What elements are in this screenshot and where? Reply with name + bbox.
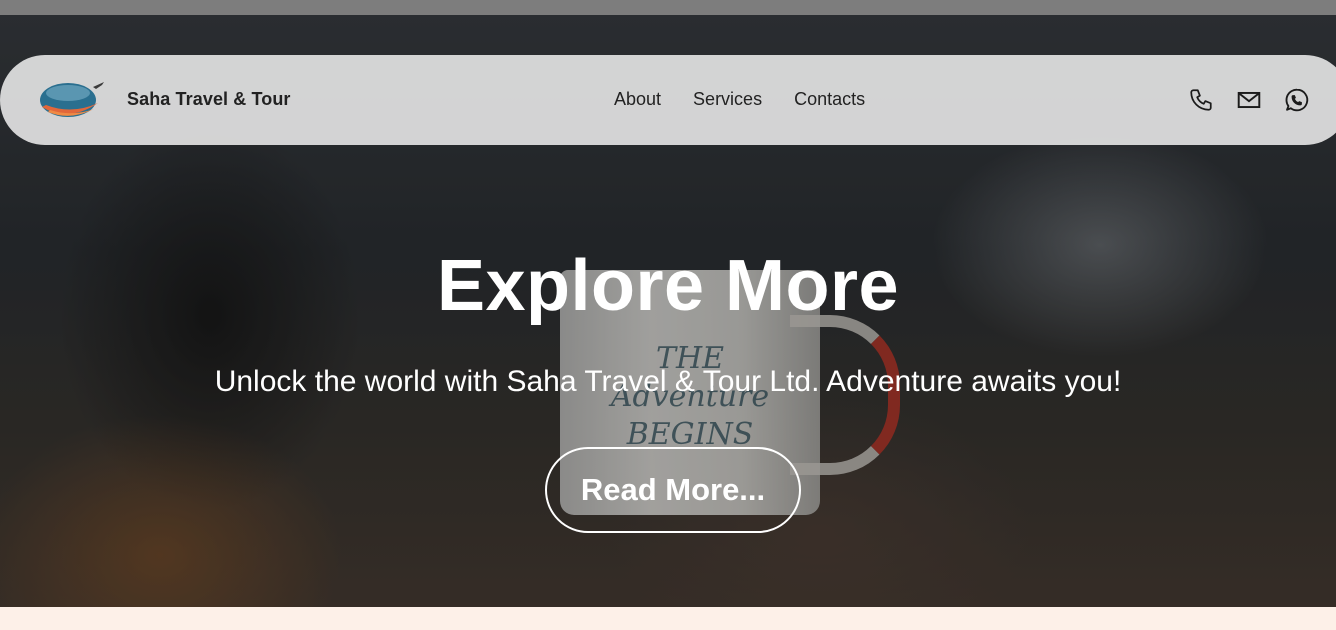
mail-icon[interactable] <box>1236 87 1262 113</box>
nav-about-link[interactable]: About <box>614 89 661 110</box>
nav-services-link[interactable]: Services <box>693 89 762 110</box>
globe-plane-logo-icon <box>40 82 104 117</box>
phone-icon[interactable] <box>1188 87 1214 113</box>
top-strip <box>0 0 1336 15</box>
contact-icons <box>1188 87 1310 113</box>
next-section-band <box>0 607 1336 630</box>
read-more-button[interactable]: Read More... <box>545 447 801 533</box>
whatsapp-icon[interactable] <box>1284 87 1310 113</box>
nav-contacts-link[interactable]: Contacts <box>794 89 865 110</box>
hero-title: Explore More <box>436 246 900 326</box>
navbar: Saha Travel & Tour About Services Contac… <box>0 55 1336 145</box>
brand-logo[interactable] <box>38 79 106 119</box>
brand-name[interactable]: Saha Travel & Tour <box>127 89 291 110</box>
hero-subtitle: Unlock the world with Saha Travel & Tour… <box>214 365 1122 398</box>
main-nav: About Services Contacts <box>614 89 865 110</box>
